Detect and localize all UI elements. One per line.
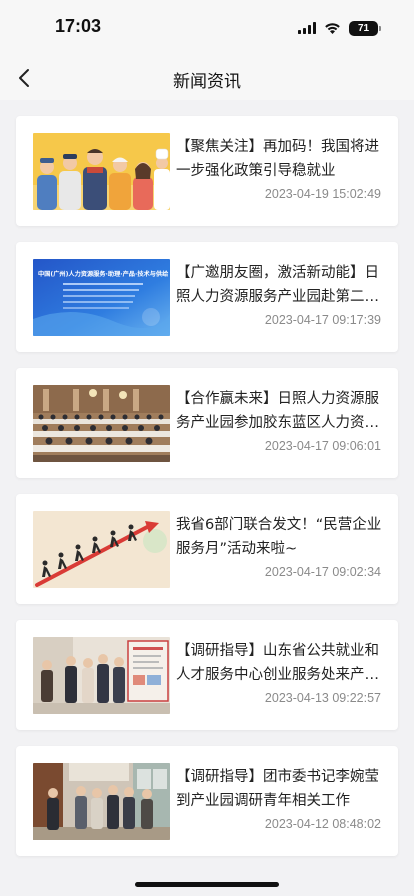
expo-banner: 中国(广州)人力资源服务·助理·产品·技术与供给 — [33, 259, 170, 336]
status-time: 17:03 — [55, 16, 102, 36]
wifi-icon — [324, 19, 341, 38]
news-thumbnail — [33, 637, 170, 714]
news-item[interactable]: 我省6部门联合发文！“民营企业服务月”活动来啦~ 2023-04-17 09:0… — [16, 494, 398, 604]
conference-hall — [33, 385, 170, 462]
news-item[interactable]: 中国(广州)人力资源服务·助理·产品·技术与供给 【广邀朋友圈，激活新动能】日照… — [16, 242, 398, 352]
runners-illustration — [33, 511, 170, 588]
battery-icon: 71 — [349, 21, 381, 36]
news-title: 【调研指导】团市委书记李婉莹到产业园调研青年相关工作 — [176, 769, 379, 809]
status-bar: 17:03 71 — [0, 0, 414, 56]
page-title: 新闻资讯 — [173, 72, 241, 92]
news-date: 2023-04-17 09:06:01 — [264, 439, 381, 453]
news-title: 【聚焦关注】再加码！我国将进一步强化政策引导稳就业 — [176, 139, 379, 179]
news-date: 2023-04-19 15:02:49 — [264, 187, 381, 201]
workers-illustration — [33, 133, 170, 210]
news-thumbnail — [33, 385, 170, 462]
news-title: 【调研指导】山东省公共就业和人才服务中心创业服务处来产业园调研指导 — [176, 643, 379, 683]
office-visit-photo — [33, 763, 170, 840]
banner-text: 中国(广州)人力资源服务·助理·产品·技术与供给 — [38, 270, 169, 278]
news-item[interactable]: 【聚焦关注】再加码！我国将进一步强化政策引导稳就业 2023-04-19 15:… — [16, 116, 398, 226]
home-indicator[interactable] — [135, 882, 279, 887]
news-thumbnail — [33, 511, 170, 588]
news-thumbnail: 中国(广州)人力资源服务·助理·产品·技术与供给 — [33, 259, 170, 336]
news-item[interactable]: 【合作赢未来】日照人力资源服务产业园参加胶东蓝区人力资源服务产业联盟会议 202… — [16, 368, 398, 478]
nav-bar: 新闻资讯 — [0, 56, 414, 100]
visit-photo — [33, 637, 170, 714]
news-item[interactable]: 【调研指导】团市委书记李婉莹到产业园调研青年相关工作 2023-04-12 08… — [16, 746, 398, 856]
news-date: 2023-04-13 09:22:57 — [264, 691, 381, 705]
news-thumbnail — [33, 763, 170, 840]
news-title: 我省6部门联合发文！“民营企业服务月”活动来啦~ — [176, 517, 382, 557]
news-date: 2023-04-17 09:02:34 — [264, 565, 381, 579]
status-icons: 71 — [298, 19, 381, 38]
news-date: 2023-04-12 08:48:02 — [264, 817, 381, 831]
news-title: 【合作赢未来】日照人力资源服务产业园参加胶东蓝区人力资源服务产业联盟会议 — [176, 391, 379, 431]
news-item[interactable]: 【调研指导】山东省公共就业和人才服务中心创业服务处来产业园调研指导 2023-0… — [16, 620, 398, 730]
news-date: 2023-04-17 09:17:39 — [264, 313, 381, 327]
cellular-signal-icon — [298, 19, 316, 38]
news-thumbnail — [33, 133, 170, 210]
news-title: 【广邀朋友圈，激活新动能】日照人力资源服务产业园赴第二十一届中国(广州)人力资源… — [176, 265, 379, 305]
